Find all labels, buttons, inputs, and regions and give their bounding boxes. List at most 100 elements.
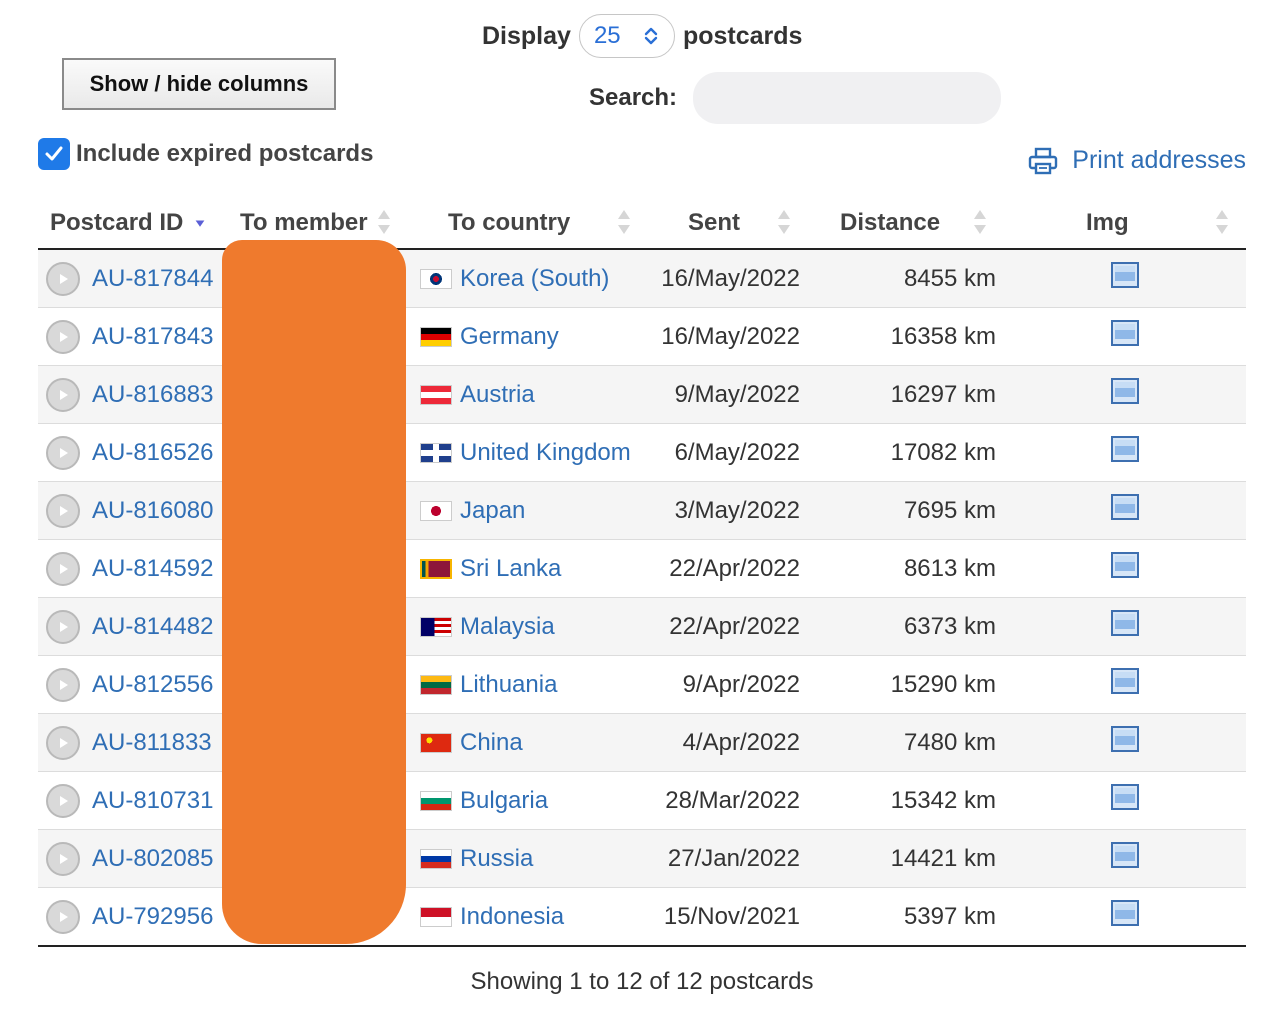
flag-icon-indonesia [420, 906, 452, 927]
search-input[interactable] [693, 72, 1002, 124]
country-link[interactable]: Austria [460, 381, 535, 409]
postcard-id-link[interactable]: AU-816080 [92, 497, 213, 525]
cell-img [1004, 829, 1246, 888]
play-icon [60, 737, 68, 748]
image-icon[interactable] [1111, 378, 1139, 404]
country-link[interactable]: Malaysia [460, 613, 555, 641]
image-icon[interactable] [1111, 900, 1139, 926]
header-img[interactable]: Img [1004, 198, 1246, 250]
expand-row-icon[interactable] [46, 435, 80, 470]
play-icon [60, 911, 68, 922]
expand-row-icon[interactable] [46, 319, 80, 354]
cell-sent: 15/Nov/2021 [648, 887, 808, 947]
country-link[interactable]: Russia [460, 845, 533, 873]
postcard-id-link[interactable]: AU-810731 [92, 787, 213, 815]
postcard-id-link[interactable]: AU-816883 [92, 381, 213, 409]
cell-to-country: Bulgaria [408, 771, 648, 830]
page-length-select[interactable]: 25 [578, 14, 675, 58]
cell-distance: 8455 km [808, 249, 1004, 308]
cell-sent: 28/Mar/2022 [648, 771, 808, 830]
postcard-id-link[interactable]: AU-802085 [92, 845, 213, 873]
country-link[interactable]: Germany [460, 323, 559, 351]
postcard-id-link[interactable]: AU-814482 [92, 613, 213, 641]
cell-sent: 9/May/2022 [648, 365, 808, 424]
table-row: AU-810731 Bulgaria 28/Mar/2022 15342 km [38, 771, 1246, 830]
table-row: AU-814592 Sri Lanka 22/Apr/2022 8613 km [38, 539, 1246, 598]
show-hide-columns-button[interactable]: Show / hide columns [62, 58, 336, 110]
expand-row-icon[interactable] [46, 783, 80, 818]
cell-img [1004, 655, 1246, 714]
cell-distance: 7480 km [808, 713, 1004, 772]
image-icon[interactable] [1111, 726, 1139, 752]
expand-row-icon[interactable] [46, 667, 80, 702]
country-link[interactable]: Indonesia [460, 903, 564, 931]
country-link[interactable]: Lithuania [460, 671, 557, 699]
cell-sent: 6/May/2022 [648, 423, 808, 482]
table-row: AU-816883 Austria 9/May/2022 16297 km [38, 365, 1246, 424]
expand-row-icon[interactable] [46, 725, 80, 760]
image-icon[interactable] [1111, 494, 1139, 520]
postcard-id-link[interactable]: AU-812556 [92, 671, 213, 699]
include-expired-control[interactable]: Include expired postcards [38, 138, 373, 170]
expand-row-icon[interactable] [46, 493, 80, 528]
image-icon[interactable] [1111, 784, 1139, 810]
country-link[interactable]: Korea (South) [460, 265, 609, 293]
cell-postcard-id: AU-817844 [38, 249, 228, 308]
expand-row-icon[interactable] [46, 609, 80, 644]
header-distance[interactable]: Distance [808, 198, 1004, 250]
cell-img [1004, 249, 1246, 308]
cell-sent: 22/Apr/2022 [648, 539, 808, 598]
header-to-country[interactable]: To country [408, 198, 648, 250]
expand-row-icon[interactable] [46, 551, 80, 586]
image-icon[interactable] [1111, 668, 1139, 694]
play-icon [60, 679, 68, 690]
country-link[interactable]: China [460, 729, 523, 757]
image-icon[interactable] [1111, 262, 1139, 288]
postcard-id-link[interactable]: AU-814592 [92, 555, 213, 583]
country-link[interactable]: Bulgaria [460, 787, 548, 815]
cell-to-country: Germany [408, 307, 648, 366]
table-row: AU-812556 Lithuania 9/Apr/2022 15290 km [38, 655, 1246, 714]
image-icon[interactable] [1111, 610, 1139, 636]
postcard-id-link[interactable]: AU-817844 [92, 265, 213, 293]
country-link[interactable]: Japan [460, 497, 525, 525]
postcard-id-link[interactable]: AU-816526 [92, 439, 213, 467]
image-icon[interactable] [1111, 842, 1139, 868]
cell-postcard-id: AU-812556 [38, 655, 228, 714]
search-control: Search: [589, 72, 1002, 124]
cell-postcard-id: AU-792956 [38, 887, 228, 947]
header-postcard-id[interactable]: Postcard ID [38, 198, 228, 250]
play-icon [60, 505, 68, 516]
play-icon [60, 853, 68, 864]
country-link[interactable]: Sri Lanka [460, 555, 561, 583]
expand-row-icon[interactable] [46, 377, 80, 412]
cell-postcard-id: AU-814482 [38, 597, 228, 656]
image-icon[interactable] [1111, 320, 1139, 346]
cell-img [1004, 771, 1246, 830]
flag-icon-germany [420, 326, 452, 347]
image-icon[interactable] [1111, 552, 1139, 578]
include-expired-checkbox[interactable] [38, 138, 70, 170]
flag-icon-malaysia [420, 616, 452, 637]
image-icon[interactable] [1111, 436, 1139, 462]
cell-postcard-id: AU-811833 [38, 713, 228, 772]
cell-to-country: Malaysia [408, 597, 648, 656]
postcard-id-link[interactable]: AU-811833 [92, 729, 212, 757]
postcard-id-link[interactable]: AU-792956 [92, 903, 213, 931]
cell-img [1004, 307, 1246, 366]
flag-icon-china [420, 732, 452, 753]
expand-row-icon[interactable] [46, 261, 80, 296]
cell-img [1004, 423, 1246, 482]
chevron-updown-icon [644, 27, 658, 45]
print-addresses-link[interactable]: Print addresses [1028, 146, 1246, 175]
cell-distance: 14421 km [808, 829, 1004, 888]
cell-sent: 4/Apr/2022 [648, 713, 808, 772]
expand-row-icon[interactable] [46, 899, 80, 934]
table-row: AU-792956 Indonesia 15/Nov/2021 5397 km [38, 887, 1246, 947]
header-sent[interactable]: Sent [648, 198, 808, 250]
postcard-id-link[interactable]: AU-817843 [92, 323, 213, 351]
expand-row-icon[interactable] [46, 841, 80, 876]
country-link[interactable]: United Kingdom [460, 439, 631, 467]
cell-to-country: Russia [408, 829, 648, 888]
cell-distance: 15342 km [808, 771, 1004, 830]
